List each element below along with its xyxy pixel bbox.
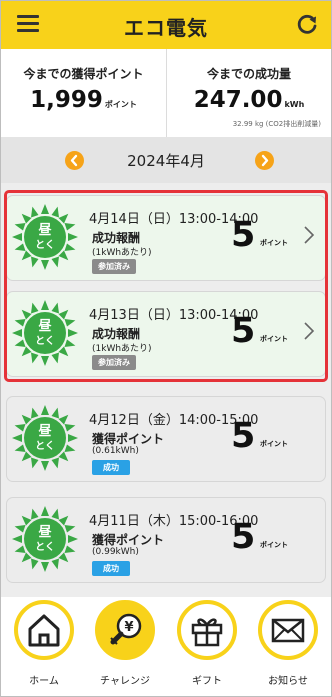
nav-challenge[interactable]: ¥ チャレンジ (93, 600, 157, 696)
nav-home[interactable]: ホーム (12, 600, 76, 696)
summary-panel: 今までの獲得ポイント 1,999 ポイント 今までの成功量 247.00 kWh 3… (1, 49, 331, 137)
total-success-value: 247.00 (193, 87, 283, 113)
nav-gift-label: ギフト (192, 676, 222, 687)
lightbulb-yen-icon: ¥ (110, 613, 142, 645)
card-points: 5 (231, 416, 256, 456)
card-points-unit: ポイント (260, 541, 288, 549)
total-success-summary: 今までの成功量 247.00 kWh 32.99 kg (CO2排出削減量) (167, 49, 331, 137)
challenge-card[interactable]: 昼とく 4月11日（木）15:00-16:00 獲得ポイント (0.99kWh)… (6, 497, 326, 583)
card-sub: (1kWhあたり) (92, 344, 152, 354)
nav-gift[interactable]: ギフト (175, 600, 239, 696)
sun-hirutoku-icon: 昼とく (12, 204, 78, 270)
current-month-label: 2024年4月 (127, 152, 205, 170)
challenge-card[interactable]: 昼とく 4月13日（日）13:00-14:00 成功報酬 (1kWhあたり) 参… (6, 291, 326, 377)
svg-text:昼: 昼 (38, 524, 51, 540)
card-kind: 獲得ポイント (92, 432, 165, 446)
svg-text:とく: とく (35, 541, 55, 553)
svg-text:昼: 昼 (38, 423, 51, 439)
sun-hirutoku-icon: 昼とく (12, 300, 78, 366)
total-points-value: 1,999 (30, 87, 103, 113)
card-sub: (0.61kWh) (92, 446, 139, 456)
card-points: 5 (231, 215, 256, 255)
mail-icon (271, 618, 305, 643)
status-badge: 参加済み (92, 355, 136, 370)
card-points: 5 (231, 311, 256, 351)
card-sub: (1kWhあたり) (92, 248, 152, 258)
svg-text:とく: とく (35, 335, 55, 347)
status-badge: 成功 (92, 561, 130, 576)
status-badge: 成功 (92, 460, 130, 475)
nav-home-label: ホーム (29, 676, 59, 687)
nav-notices[interactable]: お知らせ (256, 600, 320, 696)
svg-text:とく: とく (35, 239, 55, 251)
chevron-right-icon[interactable] (255, 151, 274, 170)
month-selector: 2024年4月 (1, 137, 331, 183)
gift-icon (191, 618, 223, 647)
card-points-unit: ポイント (260, 335, 288, 343)
total-points-label: 今までの獲得ポイント (23, 67, 144, 81)
challenge-card[interactable]: 昼とく 4月14日（日）13:00-14:00 成功報酬 (1kWhあたり) 参… (6, 195, 326, 281)
svg-text:昼: 昼 (38, 222, 51, 238)
total-success-unit: kWh (284, 100, 305, 109)
status-badge: 参加済み (92, 259, 136, 274)
total-points-summary: 今までの獲得ポイント 1,999 ポイント (1, 49, 167, 137)
card-kind: 成功報酬 (92, 231, 141, 245)
card-kind: 獲得ポイント (92, 533, 165, 547)
card-points: 5 (231, 517, 256, 557)
nav-notices-label: お知らせ (268, 676, 308, 687)
home-icon (28, 614, 60, 647)
app-header: エコ電気 (1, 1, 331, 49)
svg-text:¥: ¥ (124, 620, 133, 635)
co2-reduction-note: 32.99 kg (CO2排出削減量) (232, 120, 321, 128)
card-points-unit: ポイント (260, 239, 288, 247)
svg-text:昼: 昼 (38, 318, 51, 334)
chevron-right-icon[interactable] (302, 320, 316, 342)
total-points-unit: ポイント (104, 100, 137, 109)
card-points-unit: ポイント (260, 440, 288, 448)
card-sub: (0.99kWh) (92, 547, 139, 557)
nav-challenge-label: チャレンジ (100, 676, 150, 687)
total-success-label: 今までの成功量 (206, 67, 291, 81)
sun-hirutoku-icon: 昼とく (12, 506, 78, 572)
refresh-icon[interactable] (295, 13, 319, 37)
app-title: エコ電気 (124, 16, 208, 40)
sun-hirutoku-icon: 昼とく (12, 405, 78, 471)
challenge-card[interactable]: 昼とく 4月12日（金）14:00-15:00 獲得ポイント (0.61kWh)… (6, 396, 326, 482)
svg-text:とく: とく (35, 440, 55, 452)
card-kind: 成功報酬 (92, 327, 141, 341)
bottom-navigation: ホーム ¥ チャレンジ ギフト お知らせ (1, 597, 331, 696)
chevron-right-icon[interactable] (302, 224, 316, 246)
